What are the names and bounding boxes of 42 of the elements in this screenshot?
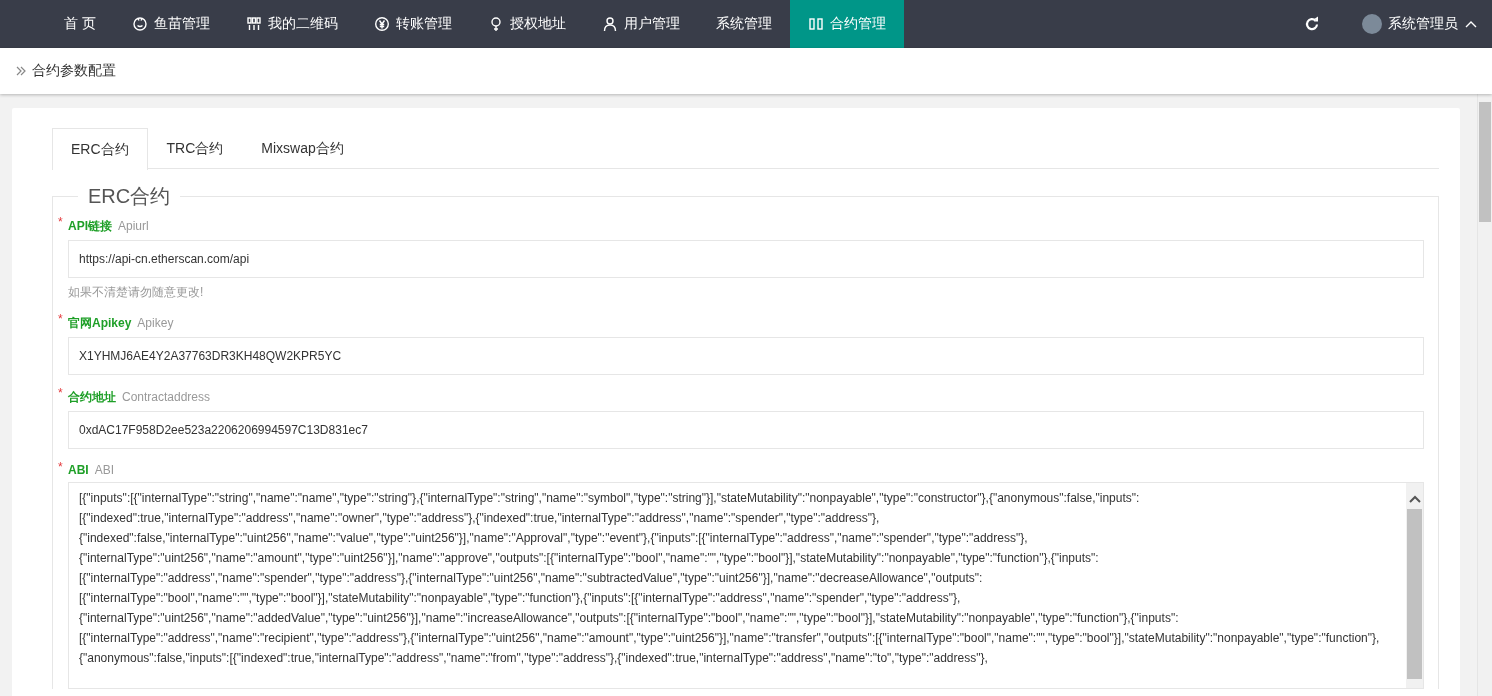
nav-item[interactable]: 转账管理 [355,0,470,48]
refresh-icon[interactable] [1304,16,1320,32]
scrollbar[interactable] [1406,483,1423,688]
required-asterisk: * [58,312,63,326]
smiley-icon [131,16,148,32]
page-scrollbar[interactable] [1477,94,1492,696]
field-hint: ABI [94,463,114,477]
columns-icon [807,16,824,32]
nav-item[interactable]: 首 页 [46,0,114,48]
nav-item[interactable]: 用户管理 [583,0,698,48]
field-label: 合约地址 [68,389,116,406]
nav-item[interactable]: 我的二维码 [227,0,356,48]
field-hint: Apikey [137,316,174,330]
field-hint: Apiurl [118,219,149,233]
required-asterisk: * [58,215,63,229]
abi-field[interactable]: [{"inputs":[{"internalType":"string","name":"name","type":"string"},{"internalType":"string","name":"symbol","type":"string"}],"stateMutability":"nonpayable","type":"constructor"},{"anonymous":false,"inputs":[{"indexed":true,"internalType":"address","name":"owner","type":"address"},{"indexed":true,"internalType":"address","name":"spender","type":"address"},{"indexed":false,"internalType":"uint256","name":"value","type":"uint256"}],"name":"Approval","type":"event"},{"inputs":[{"internalType":"address","name":"spender","type":"address"},{"internalType":"uint256","name":"amount","type":"uint256"}],"name":"approve","outputs":[{"internalType":"bool","name":"","type":"bool"}],"stateMutability":"nonpayable","type":"function"},{"inputs":[{"internalType":"address","name":"spender","type":"address"},{"internalType":"uint256","name":"subtractedValue","type":"uint256"}],"name":"decreaseAllowance","outputs":[{"internalType":"bool","name":"","type":"bool"}],"stateMutability":"nonpayable","type":"function"},{"inputs":[{"internalType":"address","name":"spender","type":"address"},{"internalType":"uint256","name":"addedValue","type":"uint256"}],"name":"increaseAllowance","outputs":[{"internalType":"bool","name":"","type":"bool"}],"stateMutability":"nonpayable","type":"function"},{"inputs":[{"internalType":"address","name":"recipient","type":"address"},{"internalType":"uint256","name":"amount","type":"uint256"}],"name":"transfer","outputs":[{"internalType":"bool","name":"","type":"bool"}],"stateMutability":"nonpayable","type":"function"},{"anonymous":false,"inputs":[{"indexed":true,"internalType":"address","name":"from","type":"address"},{"indexed":true,"internalType":"address","name":"to","type":"address"}, [68,482,1424,689]
breadcrumb: 合约参数配置 [32,62,116,80]
scroll-up-icon[interactable] [1408,495,1421,503]
field-label: 官网Apikey [68,315,132,332]
input-field[interactable]: X1YHMJ6AE4Y2A37763DR3KH48QW2KPR5YC [68,337,1424,375]
avatar-icon[interactable] [1362,14,1382,34]
input-field[interactable]: 0xdAC17F958D2ee523a2206206994597C13D831ec7 [68,411,1424,449]
nav-item[interactable]: 授权地址 [469,0,584,48]
help-text: 如果不清楚请勿随意更改! [68,284,205,301]
grid-icon [245,16,262,32]
field-label: ABI [68,463,89,477]
nav-item[interactable]: 鱼苗管理 [113,0,228,48]
tab[interactable]: Mixswap合约 [242,128,363,169]
field-hint: Contractaddress [122,390,211,404]
fieldset-title: ERC合约 [87,184,172,209]
required-asterisk: * [58,386,63,400]
yen-icon [373,16,390,32]
field-label: API链接 [68,218,112,235]
required-asterisk: * [58,460,63,474]
nav-item[interactable]: 系统管理 [697,0,790,48]
nav-item[interactable]: 合约管理 [789,0,904,48]
input-field[interactable]: https://api-cn.etherscan.com/api [68,240,1424,278]
tab[interactable]: TRC合约 [147,128,243,169]
double-chevron-icon [16,66,26,76]
user-icon [601,16,618,32]
tab[interactable]: ERC合约 [52,128,148,170]
user-name[interactable]: 系统管理员 [1388,15,1458,33]
